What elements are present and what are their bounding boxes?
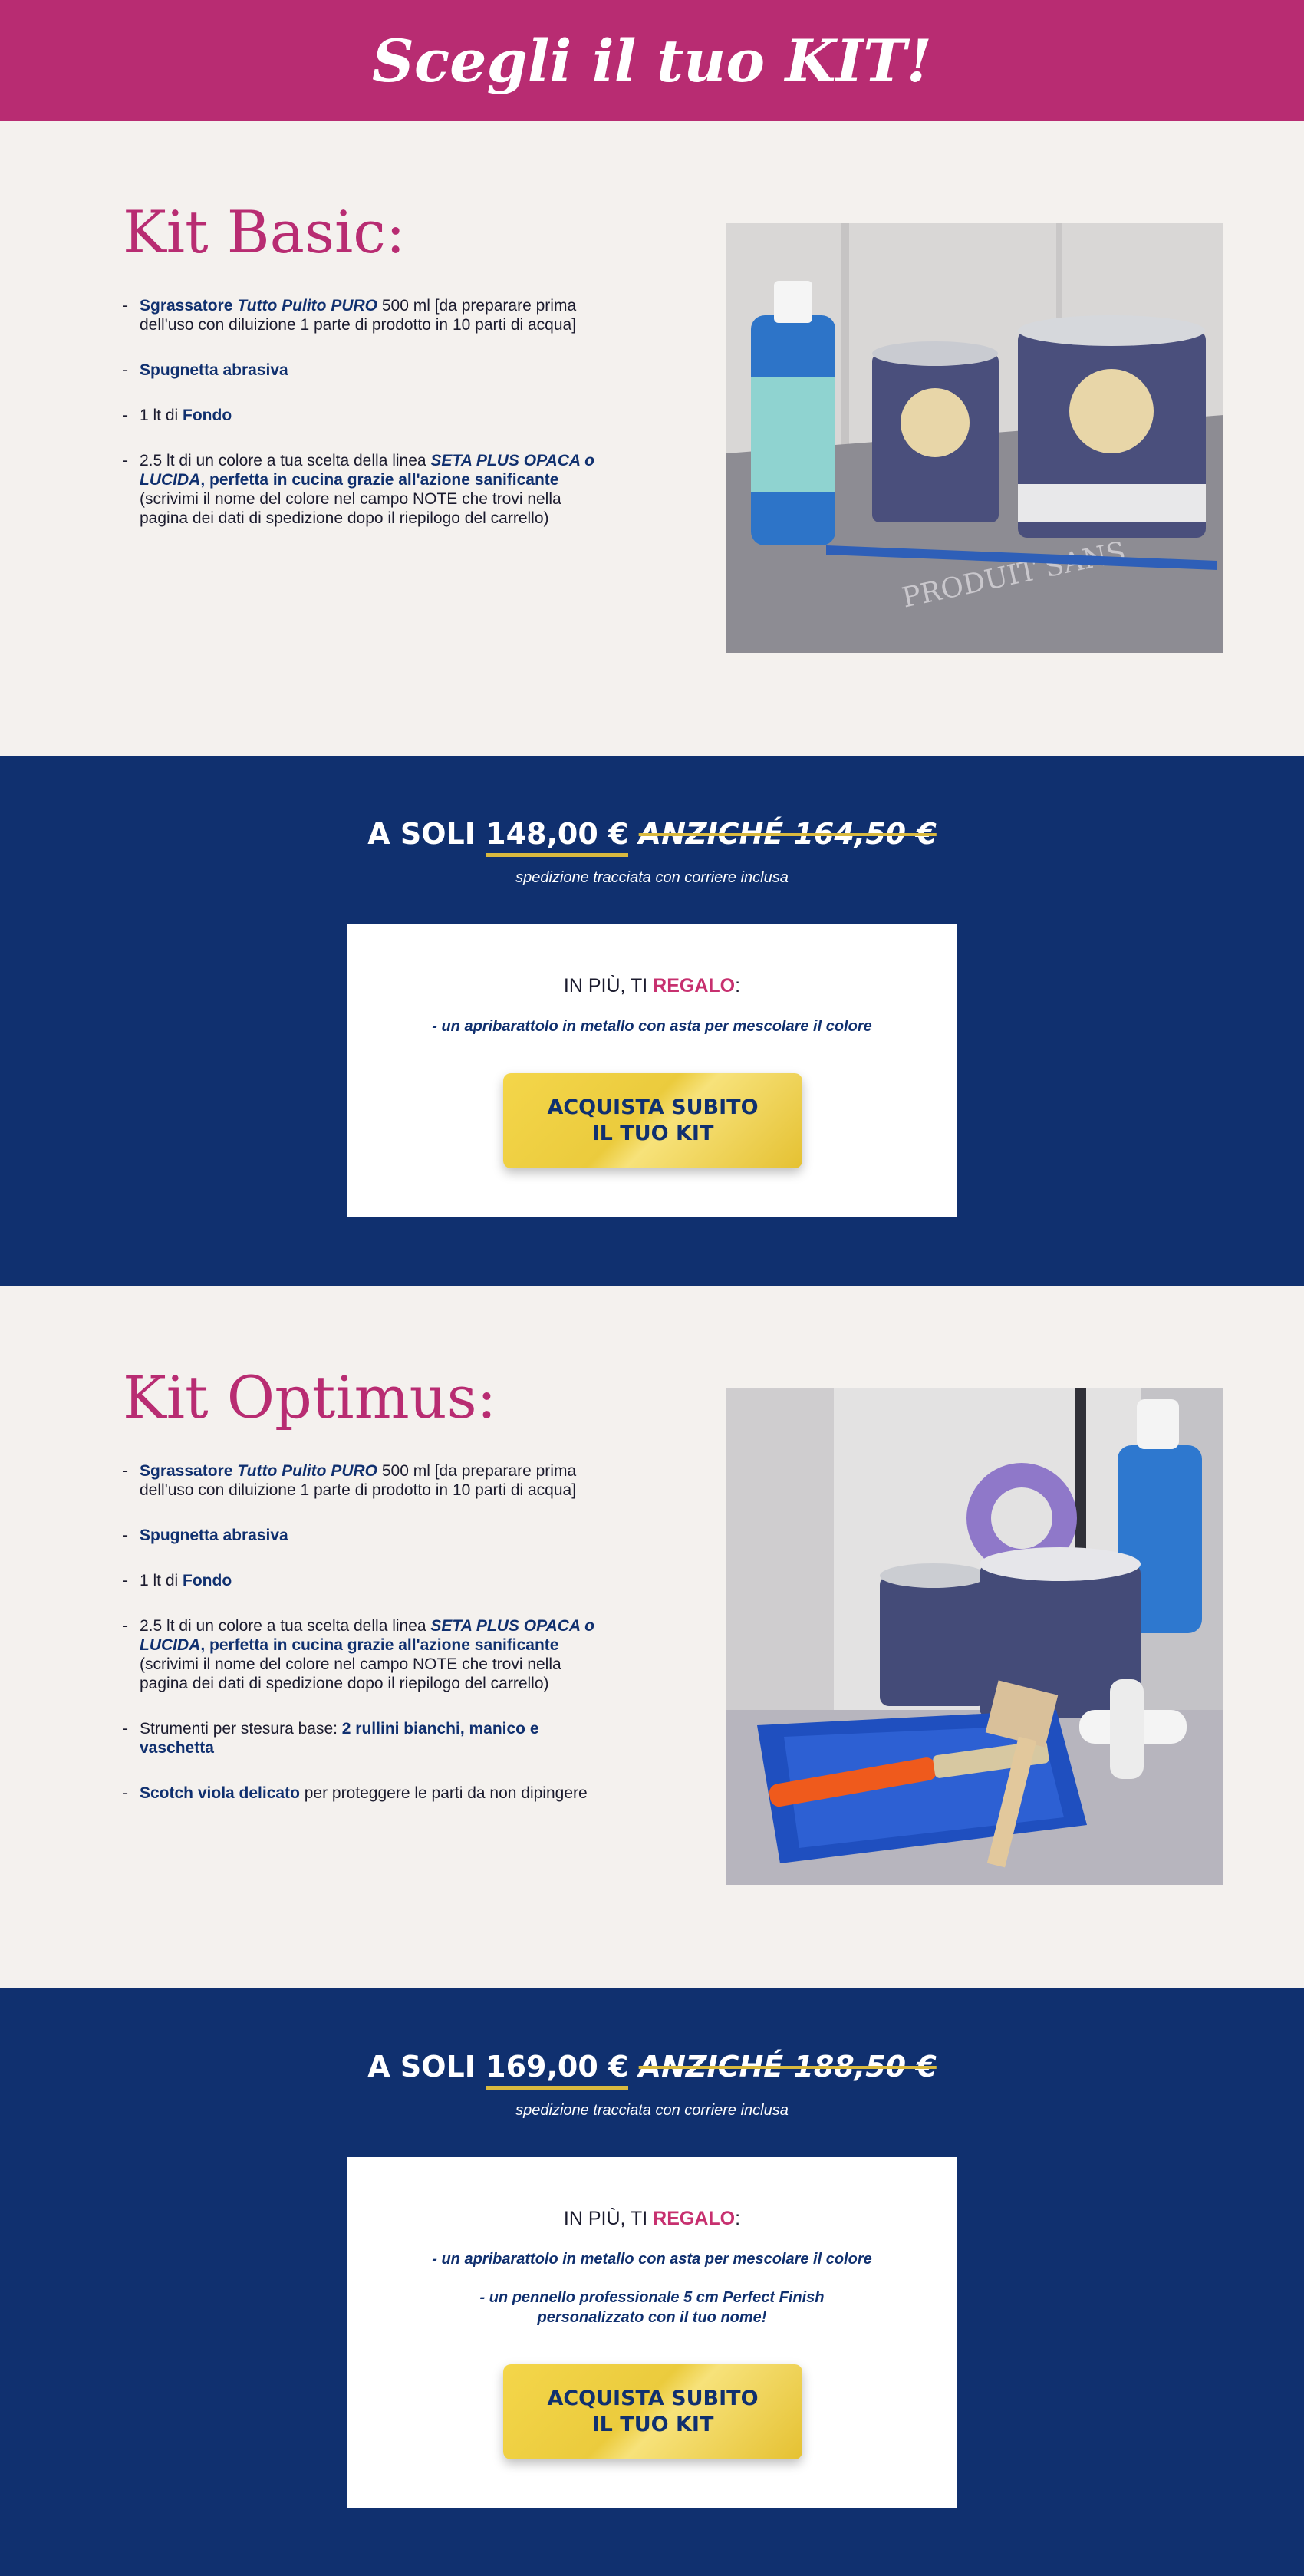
feature-text: Fondo	[183, 407, 232, 424]
kit-optimus-old-price: ANZICHÉ 188,50 €	[638, 2050, 937, 2084]
gift-heading-suffix: :	[735, 2208, 741, 2229]
feature-text: 2.5 lt di un colore a tua scelta della l…	[140, 452, 431, 469]
kit-basic-feature-list: Sgrassatore Tutto Pulito PURO 500 ml [da…	[123, 296, 598, 554]
feature-item: 2.5 lt di un colore a tua scelta della l…	[123, 451, 598, 528]
kit-basic-buy-button[interactable]: ACQUISTA SUBITO IL TUO KIT	[503, 1073, 802, 1168]
kit-basic-section: Kit Basic: Sgrassatore Tutto Pulito PURO…	[0, 121, 1304, 756]
feature-item: 2.5 lt di un colore a tua scelta della l…	[123, 1616, 598, 1693]
kit-optimus-section: Kit Optimus: Sgrassatore Tutto Pulito PU…	[0, 1286, 1304, 1988]
feature-item: Scotch viola delicato per proteggere le …	[123, 1784, 598, 1803]
feature-item: Sgrassatore Tutto Pulito PURO 500 ml [da…	[123, 1461, 598, 1500]
feature-item: 1 lt di Fondo	[123, 1571, 598, 1590]
kit-basic-price-line: A SOLI 148,00 € ANZICHÉ 164,50 €	[0, 817, 1304, 857]
kit-optimus-gift-item-1: - un apribarattolo in metallo con asta p…	[432, 2251, 872, 2268]
feature-text: Scotch viola delicato	[140, 1784, 300, 1802]
kit-optimus-gift-card: IN PIÙ, TI REGALO: - un apribarattolo in…	[347, 2157, 957, 2508]
kit-optimus-feature-list: Sgrassatore Tutto Pulito PURO 500 ml [da…	[123, 1461, 598, 1829]
kit-basic-shipping-note: spedizione tracciata con corriere inclus…	[515, 869, 789, 886]
gift-heading-suffix: :	[735, 975, 741, 996]
feature-text: Spugnetta abrasiva	[140, 361, 288, 379]
feature-text: (scrivimi il nome del colore nel campo N…	[140, 490, 561, 527]
feature-text: , perfetta in cucina grazie all'azione s…	[200, 471, 559, 489]
gift-heading-prefix: IN PIÙ, TI	[563, 975, 654, 996]
kit-optimus-price-section: A SOLI 169,00 € ANZICHÉ 188,50 € spedizi…	[0, 1988, 1304, 2576]
feature-text: per proteggere le parti da non dipingere	[299, 1784, 588, 1802]
feature-text: Sgrassatore	[140, 1462, 238, 1480]
feature-text: Fondo	[183, 1572, 232, 1589]
feature-text: , perfetta in cucina grazie all'azione s…	[200, 1636, 559, 1654]
feature-text: Tutto Pulito PURO	[237, 297, 377, 315]
feature-item: Spugnetta abrasiva	[123, 361, 598, 380]
feature-item: 1 lt di Fondo	[123, 406, 598, 425]
page-title: Scegli il tuo KIT!	[371, 26, 933, 95]
feature-text: 2.5 lt di un colore a tua scelta della l…	[140, 1617, 431, 1635]
kit-optimus-gift-heading: IN PIÙ, TI REGALO:	[347, 2208, 957, 2230]
kit-optimus-shipping-note: spedizione tracciata con corriere inclus…	[515, 2102, 789, 2119]
kit-basic-gift-heading: IN PIÙ, TI REGALO:	[347, 975, 957, 997]
kit-basic-photo-illustration: PRODUIT SANS	[726, 223, 1223, 653]
feature-text: 1 lt di	[140, 407, 183, 424]
feature-text: Tutto Pulito PURO	[237, 1462, 377, 1480]
kit-optimus-gift-item-2: - un pennello professionale 5 cm Perfect…	[479, 2289, 825, 2326]
kit-optimus-photo	[726, 1388, 1223, 1885]
kit-optimus-price: 169,00 €	[486, 2050, 629, 2090]
kit-basic-gift-card: IN PIÙ, TI REGALO: - un apribarattolo in…	[347, 924, 957, 1217]
kit-optimus-buy-button[interactable]: ACQUISTA SUBITO IL TUO KIT	[503, 2364, 802, 2459]
kit-basic-price: 148,00 €	[486, 817, 629, 857]
gift-heading-prefix: IN PIÙ, TI	[563, 2208, 654, 2229]
kit-basic-gift-item: - un apribarattolo in metallo con asta p…	[432, 1018, 872, 1035]
price-prefix: A SOLI	[367, 2050, 486, 2084]
gift-heading-accent: REGALO	[653, 2208, 736, 2229]
gift-heading-accent: REGALO	[653, 975, 736, 996]
feature-item: Spugnetta abrasiva	[123, 1526, 598, 1545]
kit-optimus-title: Kit Optimus:	[123, 1363, 497, 1431]
kit-optimus-photo-illustration	[726, 1388, 1223, 1885]
feature-item: Strumenti per stesura base: 2 rullini bi…	[123, 1719, 598, 1757]
kit-basic-photo: PRODUIT SANS	[726, 223, 1223, 653]
price-prefix: A SOLI	[367, 817, 486, 851]
feature-text: Sgrassatore	[140, 297, 238, 315]
feature-text: Strumenti per stesura base:	[140, 1720, 342, 1738]
kit-basic-price-section: A SOLI 148,00 € ANZICHÉ 164,50 € spedizi…	[0, 756, 1304, 1286]
kit-basic-title: Kit Basic:	[123, 198, 406, 266]
feature-item: Sgrassatore Tutto Pulito PURO 500 ml [da…	[123, 296, 598, 334]
feature-text: 1 lt di	[140, 1572, 183, 1589]
feature-text: Spugnetta abrasiva	[140, 1527, 288, 1544]
page-header: Scegli il tuo KIT!	[0, 0, 1304, 121]
kit-optimus-price-line: A SOLI 169,00 € ANZICHÉ 188,50 €	[0, 2050, 1304, 2090]
feature-text: (scrivimi il nome del colore nel campo N…	[140, 1655, 561, 1692]
kit-basic-old-price: ANZICHÉ 164,50 €	[638, 817, 937, 851]
